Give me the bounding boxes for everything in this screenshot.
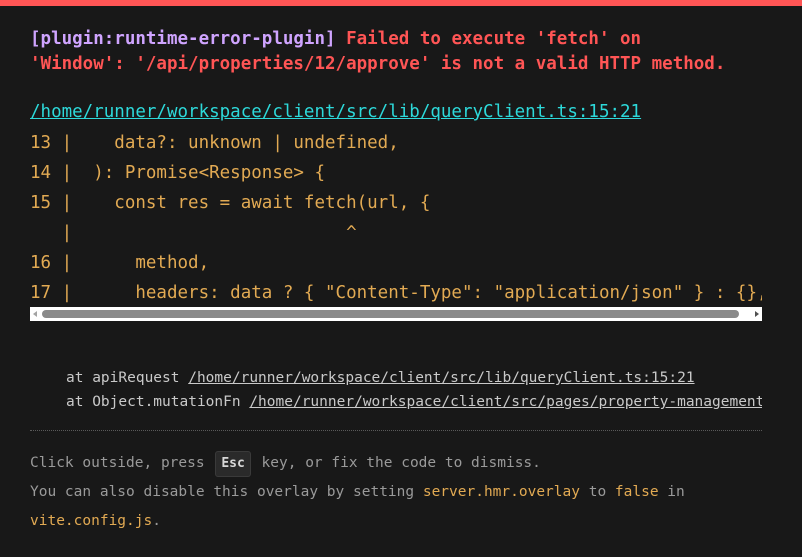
stack-frame-path[interactable]: /home/runner/workspace/client/src/pages/…: [249, 394, 762, 410]
tip-text: .: [152, 513, 161, 529]
tip-text: key, or fix the code to dismiss.: [252, 455, 541, 471]
tip-text: Click outside, press: [30, 455, 214, 471]
disable-overlay-tip: You can also disable this overlay by set…: [30, 479, 685, 505]
stack-frame-prefix: at Object.mutationFn: [66, 394, 250, 410]
dismiss-tip: Click outside, press Esc key, or fix the…: [30, 449, 541, 477]
error-overlay: [plugin:runtime-error-plugin] Failed to …: [0, 0, 802, 557]
tip-text: to: [579, 484, 615, 500]
stack-frame-path[interactable]: /home/runner/workspace/client/src/lib/qu…: [188, 370, 694, 386]
setting-value: false: [614, 484, 659, 500]
tip-text: in: [658, 484, 685, 500]
tip-text: You can also disable this overlay by set…: [30, 484, 423, 500]
divider: [30, 430, 762, 431]
stack-trace: at apiRequest /home/runner/workspace/cli…: [66, 366, 762, 414]
config-file-name: vite.config.js: [30, 513, 153, 529]
esc-key: Esc: [215, 451, 251, 477]
setting-name: server.hmr.overlay: [422, 484, 580, 500]
config-file-tip: vite.config.js.: [30, 508, 161, 534]
stack-frame-prefix: at apiRequest: [66, 370, 189, 386]
